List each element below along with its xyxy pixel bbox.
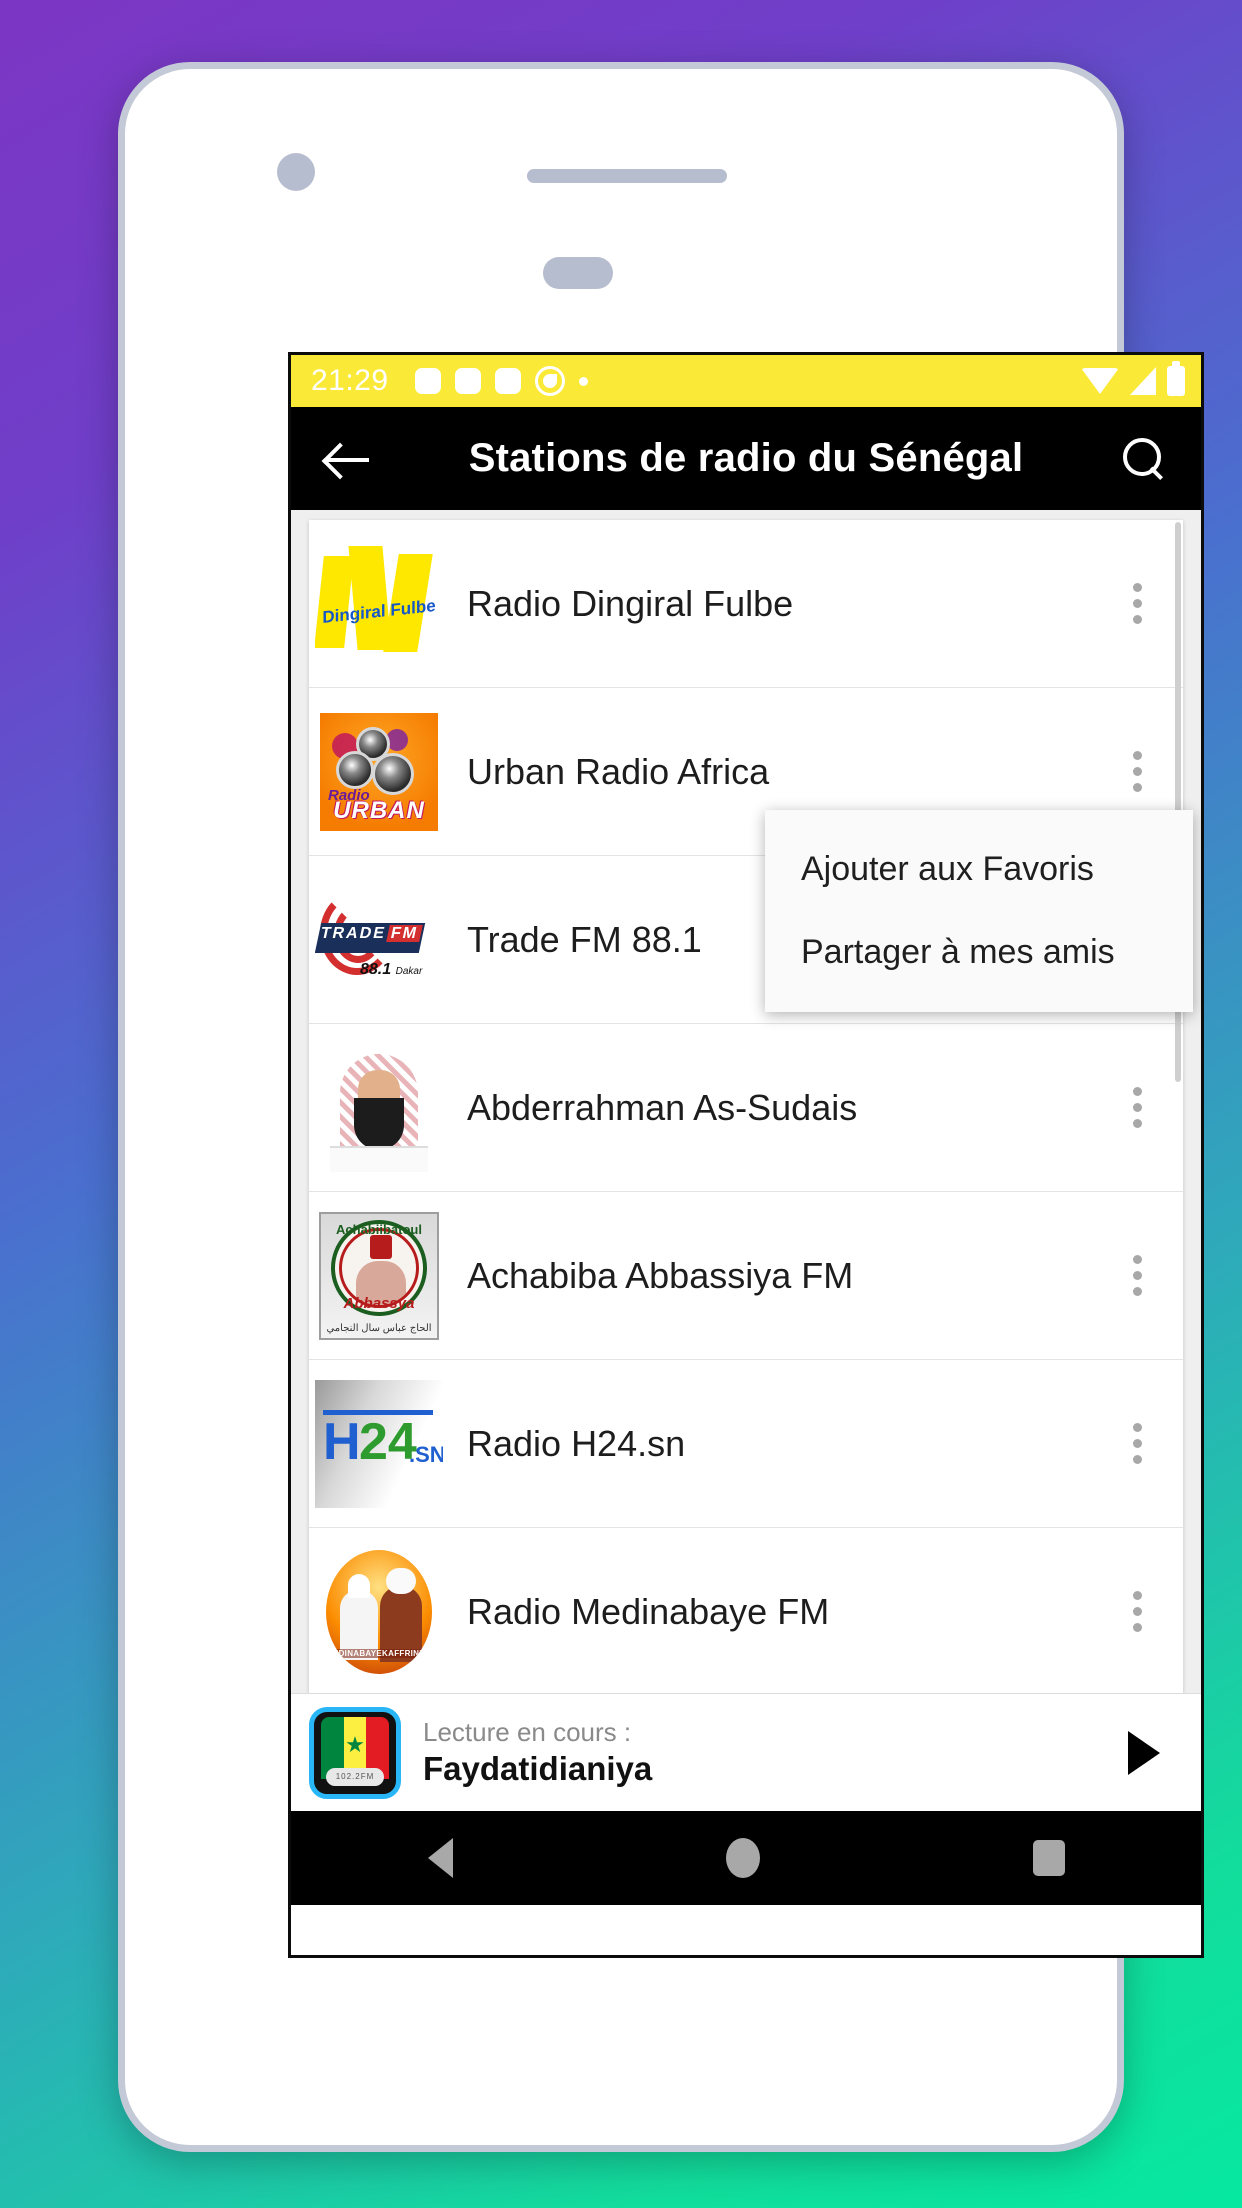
list-item[interactable]: Abderrahman As-Sudais (309, 1024, 1183, 1192)
notification-square-icon (414, 368, 441, 394)
sync-ring-icon (534, 366, 565, 396)
status-time: 21:29 (311, 364, 389, 397)
android-nav-bar (291, 1811, 1201, 1905)
station-name: Radio Dingiral Fulbe (467, 582, 794, 624)
logo-arabic-text: الحاج عباس سال النجامي (326, 1322, 432, 1334)
station-name: Radio H24.sn (467, 1422, 686, 1464)
play-icon[interactable] (1115, 1725, 1171, 1781)
logo-url-text: MEDINABAYEKAFFRINE.NET (326, 1648, 432, 1658)
logo-text-top: Achabiibatoul (336, 1221, 422, 1237)
urban-radio-logo: Radio URBAN (320, 712, 438, 831)
station-logo (315, 1043, 443, 1172)
app-bar: Stations de radio du Sénégal (291, 407, 1201, 510)
logo-text-accent: FM (386, 924, 423, 942)
now-playing-text: Lecture en cours : Faydatidianiya (401, 1716, 1115, 1790)
menu-item-share[interactable]: Partager à mes amis (765, 911, 1193, 994)
more-vertical-icon[interactable] (1117, 1087, 1157, 1128)
logo-sub: 88.1 (360, 960, 392, 978)
list-item[interactable]: Achabiibatoul Abbassya الحاج عباس سال ال… (309, 1192, 1183, 1360)
status-system-icons (1081, 361, 1185, 396)
station-name: Radio Medinabaye FM (467, 1590, 830, 1632)
more-vertical-icon[interactable] (1117, 1591, 1157, 1632)
battery-icon (1167, 361, 1185, 396)
status-bar: 21:29 (291, 355, 1201, 407)
senegal-flag-radio-icon: ★ 102.2FM (309, 1706, 401, 1799)
trade-fm-logo: TRADEFM 88.1 Dakar (315, 884, 442, 995)
logo-text: TRADE (319, 924, 388, 942)
h24-sn-logo: H 24 .SN (315, 1379, 443, 1508)
station-logo: Dingiral Fulbe (315, 539, 443, 668)
station-list: Dingiral Fulbe Radio Dingiral Fulbe Radi… (309, 520, 1183, 1693)
notification-dot-icon (578, 376, 588, 386)
logo-text-bottom: Abbassya (343, 1294, 415, 1312)
station-logo: TRADEFM 88.1 Dakar (315, 876, 443, 1004)
status-notification-icons (414, 366, 588, 396)
achabiba-abbassiya-logo: Achabiibatoul Abbassya الحاج عباس سال ال… (319, 1211, 439, 1340)
list-item[interactable]: Dingiral Fulbe Radio Dingiral Fulbe (309, 520, 1183, 688)
now-playing-label: Lecture en cours : (423, 1716, 632, 1747)
station-logo: MEDINABAYEKAFFRINE.NET (315, 1547, 443, 1676)
search-icon[interactable] (1115, 431, 1171, 487)
station-name: Achabiba Abbassiya FM (467, 1254, 854, 1296)
phone-frame: 21:29 Stations de radio du Sénégal Dingi… (118, 62, 1204, 2152)
page-title: Stations de radio du Sénégal (468, 436, 1024, 480)
list-scrollbar[interactable] (1175, 522, 1181, 1672)
device-screen: 21:29 Stations de radio du Sénégal Dingi… (288, 352, 1204, 1958)
front-camera-icon (277, 153, 315, 191)
notification-square-icon (494, 368, 521, 394)
arrow-left-icon[interactable] (321, 431, 377, 487)
station-logo: H 24 .SN (315, 1379, 443, 1508)
menu-item-add-favorites[interactable]: Ajouter aux Favoris (765, 828, 1193, 911)
more-vertical-icon[interactable] (1117, 583, 1157, 624)
proximity-sensor (543, 257, 613, 289)
station-list-area: Dingiral Fulbe Radio Dingiral Fulbe Radi… (291, 510, 1201, 1693)
nav-recents-icon[interactable] (1032, 1840, 1065, 1876)
medinabaye-logo: MEDINABAYEKAFFRINE.NET (318, 1547, 440, 1676)
station-name: Abderrahman As-Sudais (467, 1086, 858, 1128)
more-vertical-icon[interactable] (1117, 1255, 1157, 1296)
flag-star-icon: ★ (345, 1731, 365, 1757)
logo-text-sn: .SN (409, 1441, 443, 1467)
earpiece-speaker (527, 169, 727, 183)
station-name: Urban Radio Africa (467, 750, 770, 792)
station-logo: Achabiibatoul Abbassya الحاج عباس سال ال… (315, 1211, 443, 1340)
station-logo: Radio URBAN (315, 708, 443, 836)
more-vertical-icon[interactable] (1117, 751, 1157, 792)
dingiral-fulbe-logo: Dingiral Fulbe (315, 539, 443, 668)
context-menu: Ajouter aux Favoris Partager à mes amis (765, 810, 1193, 1012)
now-playing-bar[interactable]: ★ 102.2FM Lecture en cours : Faydatidian… (291, 1693, 1201, 1811)
nav-home-icon[interactable] (725, 1838, 760, 1878)
notification-square-icon (454, 368, 481, 394)
list-item[interactable]: MEDINABAYEKAFFRINE.NET Radio Medinabaye … (309, 1528, 1183, 1693)
logo-text-bottom: URBAN (333, 796, 425, 824)
cell-signal-icon (1130, 367, 1156, 395)
nav-back-icon[interactable] (427, 1838, 453, 1878)
logo-text-h: H (323, 1412, 361, 1471)
abderrahman-as-sudais-photo (324, 1043, 434, 1172)
now-playing-title: Faydatidianiya (423, 1750, 653, 1788)
more-vertical-icon[interactable] (1117, 1423, 1157, 1464)
radio-dial-display: 102.2FM (326, 1767, 384, 1786)
list-item[interactable]: H 24 .SN Radio H24.sn (309, 1360, 1183, 1528)
wifi-icon (1081, 368, 1119, 394)
logo-sub-small: Dakar (395, 965, 423, 977)
